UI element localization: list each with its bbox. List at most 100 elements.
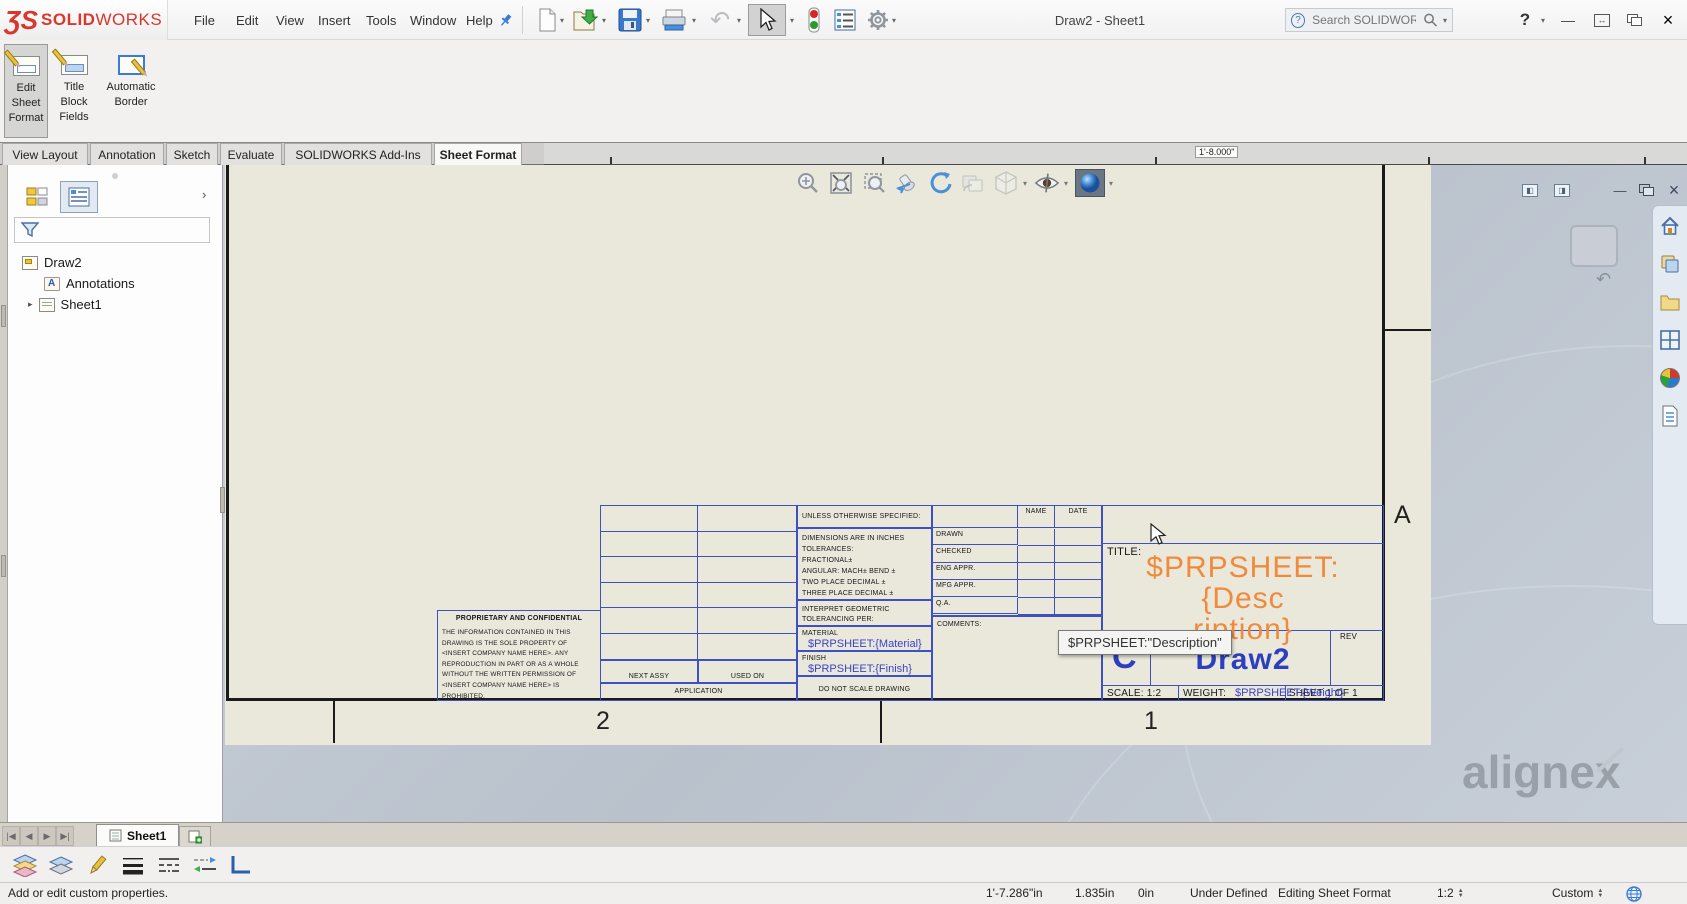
- config-spinner-icon[interactable]: ▲ ▼: [1597, 888, 1603, 899]
- traffic-light-icon[interactable]: [800, 6, 828, 34]
- property-manager-tab[interactable]: [60, 181, 98, 213]
- tab-view-layout[interactable]: View Layout: [2, 143, 88, 165]
- save-dropdown[interactable]: ▾: [646, 16, 650, 25]
- color-display-mode-icon[interactable]: [228, 852, 254, 878]
- previous-view-icon[interactable]: [894, 170, 920, 196]
- print-dropdown[interactable]: ▾: [692, 16, 696, 25]
- tree-item-annotations[interactable]: A Annotations: [44, 276, 135, 291]
- zoom-in-out-icon[interactable]: [795, 170, 821, 196]
- transparent-flyout-widget[interactable]: [1570, 225, 1618, 267]
- splitter-handle[interactable]: [1, 305, 6, 327]
- hide-show-items-dropdown[interactable]: ▾: [1064, 179, 1068, 188]
- add-sheet-tab[interactable]: [179, 826, 212, 846]
- gear-dropdown[interactable]: ▾: [892, 16, 896, 25]
- design-library-icon[interactable]: [1658, 252, 1682, 276]
- apply-scene-dropdown[interactable]: ▾: [1109, 179, 1113, 188]
- restore-button[interactable]: [1622, 8, 1646, 32]
- zoom-to-fit-icon[interactable]: [828, 170, 854, 196]
- connection-globe-icon[interactable]: [1626, 886, 1642, 904]
- panel-grip[interactable]: [112, 173, 118, 179]
- edit-sheet-format-button[interactable]: Edit Sheet Format: [3, 44, 48, 138]
- panel-splitter-nub[interactable]: [220, 487, 225, 513]
- search-icon[interactable]: [1423, 12, 1438, 28]
- command-options-button[interactable]: [831, 6, 859, 34]
- select-tool-button[interactable]: [748, 4, 786, 36]
- hide-show-edges-icon[interactable]: [192, 852, 218, 878]
- pin-menu-icon[interactable]: [492, 6, 520, 34]
- new-document-button[interactable]: [533, 6, 561, 34]
- layers-icon[interactable]: [48, 852, 74, 878]
- view-palette-icon[interactable]: [1658, 328, 1682, 352]
- undo-dropdown[interactable]: ▾: [737, 16, 741, 25]
- search-input[interactable]: [1310, 12, 1419, 28]
- scale-spinner-icon[interactable]: ▲ ▼: [1458, 888, 1464, 899]
- display-style-icon[interactable]: [993, 170, 1019, 196]
- help-button[interactable]: ?: [1513, 8, 1537, 32]
- layer-properties-icon[interactable]: [12, 852, 38, 878]
- custom-properties-icon[interactable]: [1658, 404, 1682, 428]
- hide-show-items-icon[interactable]: [1034, 170, 1060, 196]
- weight-value[interactable]: $PRPSHEET:{Weight}: [1235, 687, 1344, 699]
- last-sheet-button[interactable]: ▶|: [56, 826, 74, 846]
- help-dropdown[interactable]: ▾: [1541, 16, 1545, 25]
- material-value[interactable]: $PRPSHEET:{Material}: [808, 638, 922, 650]
- sheet-scale-control[interactable]: 1:2 ▲ ▼: [1437, 886, 1464, 900]
- apply-scene-button[interactable]: [1075, 169, 1106, 197]
- title-block-fields-button[interactable]: Title Block Fields: [51, 44, 96, 138]
- tab-sheet-format[interactable]: Sheet Format: [434, 143, 522, 165]
- doc-restore-button[interactable]: [1634, 180, 1658, 200]
- pane-split-right-button[interactable]: ◨: [1550, 180, 1574, 200]
- menu-window[interactable]: Window: [406, 0, 460, 40]
- open-document-dropdown[interactable]: ▾: [602, 16, 606, 25]
- menu-file[interactable]: File: [190, 0, 219, 40]
- close-button[interactable]: ×: [1656, 8, 1680, 32]
- tree-filter-row[interactable]: [14, 217, 210, 243]
- tree-item-draw2[interactable]: Draw2: [22, 255, 82, 270]
- tab-solidworks-addins[interactable]: SOLIDWORKS Add-Ins: [284, 143, 432, 165]
- file-explorer-folder-icon[interactable]: [1658, 290, 1682, 314]
- automatic-border-button[interactable]: Automatic Border: [100, 44, 162, 138]
- doc-minimize-button[interactable]: —: [1608, 180, 1632, 200]
- expander-icon[interactable]: ▸: [28, 299, 33, 310]
- new-document-dropdown[interactable]: ▾: [560, 16, 564, 25]
- configuration-control[interactable]: Custom ▲ ▼: [1552, 886, 1603, 900]
- home-icon[interactable]: [1658, 214, 1682, 238]
- previous-sheet-button[interactable]: ◀: [20, 826, 38, 846]
- appearances-scenes-icon[interactable]: [1658, 366, 1682, 390]
- first-sheet-button[interactable]: |◀: [2, 826, 20, 846]
- line-color-icon[interactable]: [84, 852, 110, 878]
- rotate-view-icon[interactable]: [927, 170, 953, 196]
- help-search-box[interactable]: ? ▾: [1285, 8, 1453, 32]
- finish-value[interactable]: $PRPSHEET:{Finish}: [808, 663, 912, 675]
- sheet1-tab[interactable]: Sheet1: [96, 824, 180, 846]
- feature-manager-tab[interactable]: [18, 181, 56, 213]
- panel-edge-strip[interactable]: [0, 165, 8, 822]
- display-style-dropdown[interactable]: ▾: [1023, 179, 1027, 188]
- save-button[interactable]: [616, 6, 644, 34]
- tree-item-sheet1[interactable]: ▸ Sheet1: [28, 297, 102, 312]
- next-sheet-button[interactable]: ▶: [38, 826, 56, 846]
- menu-edit[interactable]: Edit: [232, 0, 262, 40]
- pane-split-left-button[interactable]: ◧: [1518, 180, 1542, 200]
- panel-expand-chevron[interactable]: ›: [202, 187, 206, 202]
- splitter-handle[interactable]: [1, 555, 6, 577]
- 3d-drawing-view-icon[interactable]: [960, 170, 986, 196]
- line-thickness-icon[interactable]: [120, 852, 146, 878]
- tab-sketch[interactable]: Sketch: [166, 143, 218, 165]
- undo-button[interactable]: ↶: [706, 6, 734, 34]
- print-button[interactable]: [660, 6, 688, 34]
- zoom-to-area-icon[interactable]: [861, 170, 887, 196]
- tab-evaluate[interactable]: Evaluate: [220, 143, 282, 165]
- menu-tools[interactable]: Tools: [362, 0, 400, 40]
- tab-annotation[interactable]: Annotation: [90, 143, 164, 165]
- line-style-icon[interactable]: [156, 852, 182, 878]
- proprietary-box[interactable]: PROPRIETARY AND CONFIDENTIAL THE INFORMA…: [437, 610, 601, 701]
- menu-insert[interactable]: Insert: [314, 0, 355, 40]
- expand-panes-button[interactable]: ↔: [1590, 8, 1614, 32]
- minimize-button[interactable]: —: [1556, 8, 1580, 32]
- search-dropdown[interactable]: ▾: [1443, 16, 1447, 25]
- open-document-button[interactable]: [572, 6, 600, 34]
- menu-view[interactable]: View: [272, 0, 308, 40]
- doc-close-button[interactable]: ×: [1662, 180, 1686, 200]
- gear-icon[interactable]: [864, 6, 892, 34]
